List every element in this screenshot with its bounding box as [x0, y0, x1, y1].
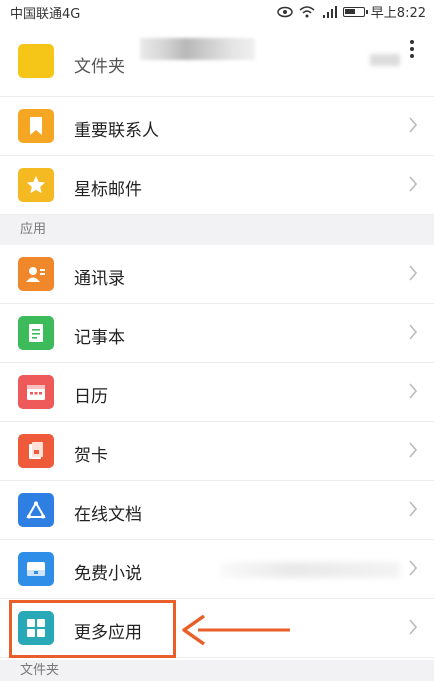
novel-icon [18, 552, 54, 586]
contacts-icon [18, 257, 54, 291]
list-item-label: 在线文档 [74, 505, 142, 525]
chevron-right-icon [409, 501, 418, 517]
list-item-label: 日历 [74, 387, 108, 407]
wifi-icon [299, 5, 315, 17]
list-item-label: 免费小说 [74, 564, 142, 584]
list-item-label: 通讯录 [74, 269, 125, 289]
list-item-label: 记事本 [74, 328, 125, 348]
calendar-icon [18, 375, 54, 409]
list-item-notepad[interactable]: 记事本 [0, 304, 434, 363]
list-item-important-contacts[interactable]: 重要联系人 [0, 97, 434, 156]
folder-icon [18, 44, 54, 78]
chevron-right-icon [409, 619, 418, 635]
section-header-apps: 应用 [0, 215, 434, 245]
annotation-arrow-icon [182, 614, 290, 646]
list-item-calendar[interactable]: 日历 [0, 363, 434, 422]
list-item-online-docs[interactable]: 在线文档 [0, 481, 434, 540]
section-header-folders: 文件夹 [0, 660, 434, 681]
greeting-card-icon [18, 434, 54, 468]
list-item-folder-partial[interactable]: 文件夹 [0, 44, 434, 97]
carrier-label: 中国联通4G [10, 7, 81, 22]
battery-icon [342, 6, 368, 17]
chevron-right-icon [409, 176, 418, 192]
list-item-contacts[interactable]: 通讯录 [0, 245, 434, 304]
list-item-label: 文件夹 [74, 57, 125, 77]
online-docs-icon [18, 493, 54, 527]
list-item-label: 星标邮件 [74, 180, 142, 200]
eye-icon [277, 6, 293, 17]
list-item-free-novels[interactable]: 免费小说 [0, 540, 434, 599]
chevron-right-icon [409, 383, 418, 399]
signal-icon [322, 5, 337, 18]
bookmark-icon [18, 109, 54, 143]
list-item-starred-mail[interactable]: 星标邮件 [0, 156, 434, 215]
chevron-right-icon [409, 560, 418, 576]
list-item-greeting-card[interactable]: 贺卡 [0, 422, 434, 481]
list-item-label: 重要联系人 [74, 121, 159, 141]
status-bar: 中国联通4G 早上8:22 [0, 0, 434, 22]
mailbox-menu-list: 文件夹 重要联系人 星标邮件 应用 通讯录 记事本 日历 贺卡 在线文档 免费小… [0, 44, 434, 658]
notepad-icon [18, 316, 54, 350]
chevron-right-icon [409, 324, 418, 340]
chevron-right-icon [409, 265, 418, 281]
chevron-right-icon [409, 117, 418, 133]
list-item-label: 贺卡 [74, 446, 108, 466]
star-icon [18, 168, 54, 202]
status-icons: 早上8:22 [277, 2, 426, 21]
clock: 早上8:22 [370, 6, 426, 21]
annotation-highlight-box [9, 600, 176, 658]
chevron-right-icon [409, 442, 418, 458]
